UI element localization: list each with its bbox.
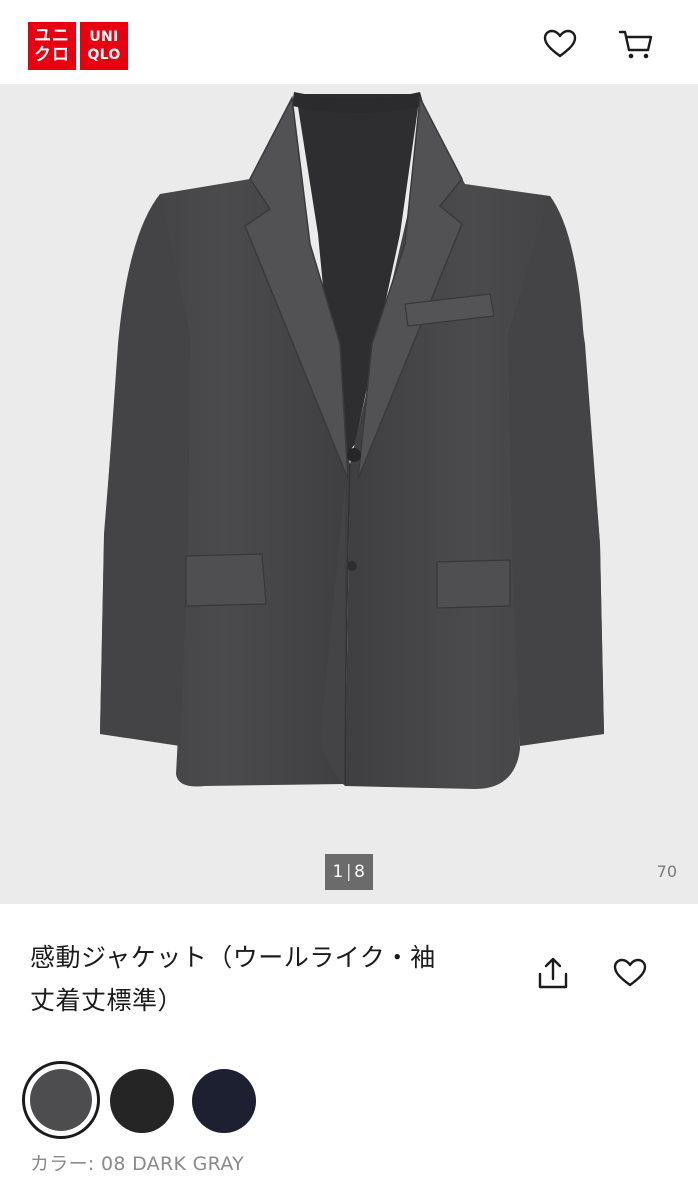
header-cart-button[interactable]	[618, 26, 654, 62]
product-title-line-1: 感動ジャケット（ウールライク・袖	[30, 943, 436, 972]
image-pager-indicator: 1 | 8	[325, 854, 373, 890]
logo-katakana-row-2: クロ	[34, 45, 70, 65]
pager-total: 8	[354, 862, 366, 882]
pager-separator: |	[345, 862, 353, 882]
share-icon	[538, 957, 568, 989]
app-header: ユニ クロ UNI QLO	[0, 0, 698, 84]
logo-latin-row-2: QLO	[87, 47, 121, 63]
product-title-line-2: 丈着丈標準）	[30, 986, 184, 1015]
product-favorite-button[interactable]	[610, 953, 650, 993]
color-label-value: 08 DARK GRAY	[100, 1153, 245, 1175]
pager-current: 1	[332, 862, 344, 882]
cart-icon	[618, 30, 653, 59]
logo-katakana-row-1: ユニ	[34, 26, 70, 46]
heart-icon	[543, 29, 577, 58]
image-count-label: 70	[656, 862, 677, 881]
swatch-fill	[30, 1069, 92, 1131]
color-label-prefix: カラー:	[30, 1153, 101, 1175]
product-photo-jacket	[100, 92, 604, 789]
color-swatch[interactable]	[110, 1069, 174, 1133]
logo-katakana-block: ユニ クロ	[28, 22, 76, 70]
header-favorites-button[interactable]	[542, 26, 578, 62]
uniqlo-logo[interactable]: ユニ クロ UNI QLO	[28, 22, 128, 70]
logo-latin-row-1: UNI	[89, 29, 119, 45]
heart-icon	[613, 958, 647, 987]
color-swatch-selected[interactable]	[22, 1061, 100, 1139]
logo-latin-block: UNI QLO	[80, 22, 128, 70]
product-image-gallery[interactable]: 1 | 8 70	[0, 84, 698, 904]
product-title: 感動ジャケット（ウールライク・袖 丈着丈標準）	[30, 936, 500, 1022]
selected-color-label: カラー: 08 DARK GRAY	[30, 1149, 244, 1176]
share-button[interactable]	[533, 953, 573, 993]
color-swatch[interactable]	[192, 1069, 256, 1133]
